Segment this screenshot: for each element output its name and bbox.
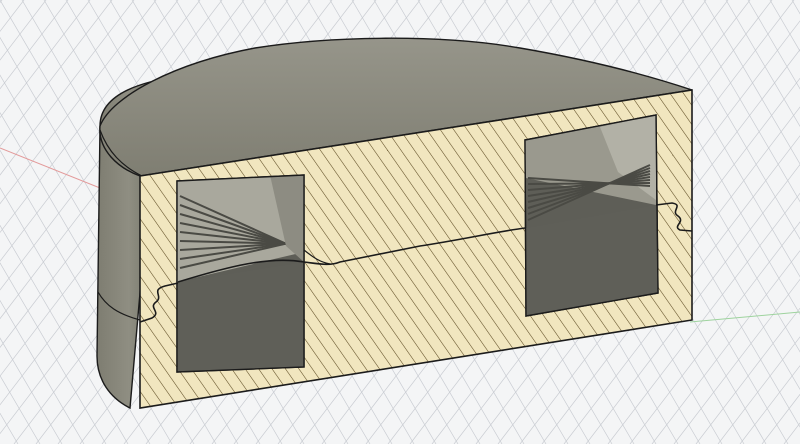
3d-viewport[interactable] [0,0,800,444]
right-cavity [524,114,659,317]
y-axis-line [689,311,800,323]
left-cavity [176,174,305,373]
